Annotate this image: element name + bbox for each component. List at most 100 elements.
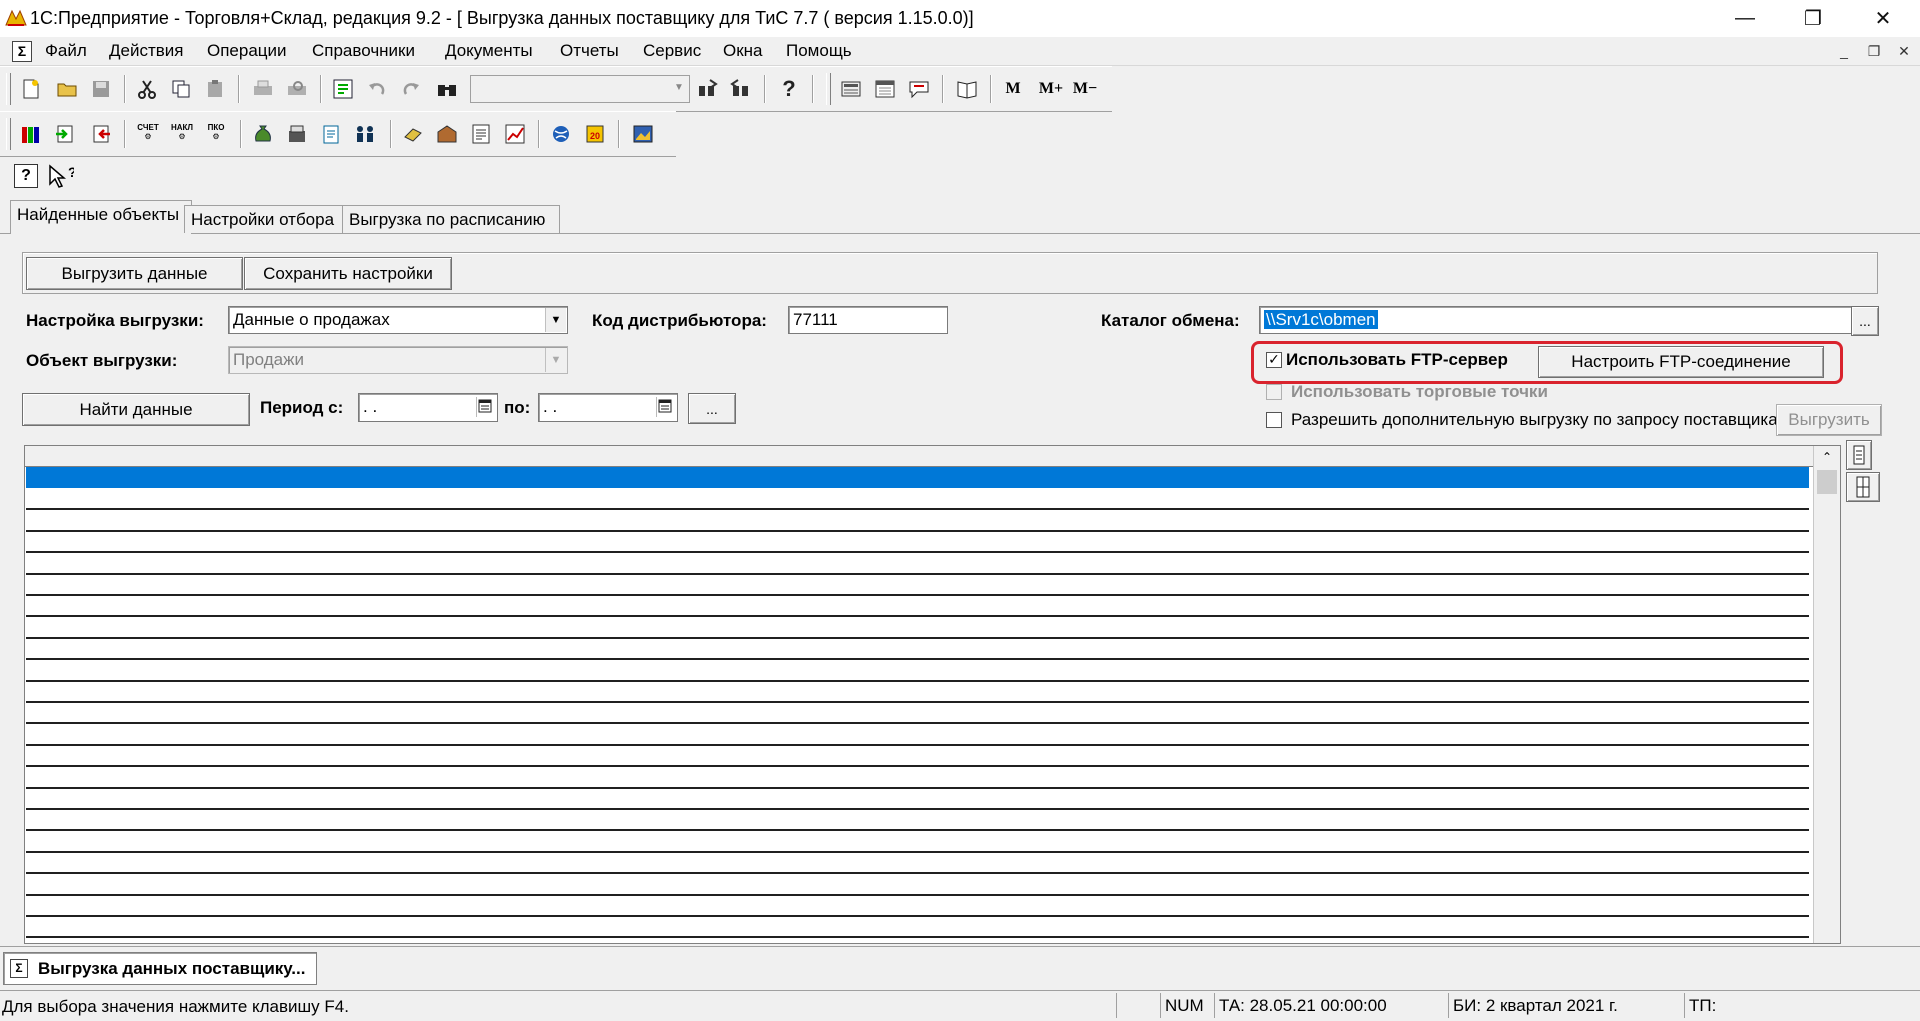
table-row[interactable]	[26, 553, 1809, 575]
invoice-icon[interactable]: СЧЕТ ⚙	[134, 119, 162, 145]
minimize-button[interactable]: —	[1714, 0, 1776, 37]
period-from-input[interactable]: . .	[358, 393, 498, 422]
help-icon[interactable]: ?	[14, 164, 38, 188]
mdi-close-button[interactable]: ✕	[1895, 42, 1913, 60]
properties-icon[interactable]	[330, 76, 356, 102]
table-row-selected[interactable]	[26, 467, 1809, 488]
report-icon[interactable]	[468, 121, 494, 147]
find-prev-icon[interactable]	[728, 76, 754, 102]
system-menu-icon[interactable]: Σ	[12, 41, 32, 62]
grid-layout-icon[interactable]	[1846, 472, 1880, 502]
calendar-day-icon[interactable]: 20	[582, 121, 608, 147]
table-row[interactable]	[26, 767, 1809, 789]
table-row[interactable]	[26, 574, 1809, 596]
waybill-icon[interactable]: НАКЛ ⚙	[168, 119, 196, 145]
outcome-icon[interactable]	[88, 121, 114, 147]
toolbar-grip[interactable]	[6, 118, 11, 150]
chart-report-icon[interactable]	[502, 121, 528, 147]
find-next-icon[interactable]	[694, 76, 720, 102]
allow-extra-export-checkbox[interactable]	[1266, 412, 1282, 428]
table-row[interactable]	[26, 895, 1809, 917]
menu-reports[interactable]: Отчеты	[560, 41, 619, 61]
allow-extra-export-label[interactable]: Разрешить дополнительную выгрузку по зап…	[1291, 410, 1778, 430]
tab-found-objects[interactable]: Найденные объекты	[10, 200, 192, 234]
print-icon[interactable]	[250, 76, 276, 102]
globe-icon[interactable]	[548, 121, 574, 147]
table-row[interactable]	[26, 510, 1809, 532]
table-row[interactable]	[26, 638, 1809, 661]
calendar-picker-icon[interactable]	[656, 397, 675, 417]
table-row[interactable]	[26, 681, 1809, 703]
undo-icon[interactable]	[364, 76, 390, 102]
goods-icon[interactable]	[400, 121, 426, 147]
income-icon[interactable]	[52, 121, 78, 147]
taskbar-window-item[interactable]: Σ Выгрузка данных поставщику...	[3, 952, 317, 985]
period-select-button[interactable]: ...	[688, 393, 736, 424]
use-ftp-checkbox[interactable]: ✓	[1266, 352, 1282, 368]
browse-button[interactable]: ...	[1851, 306, 1879, 336]
open-folder-icon[interactable]	[54, 76, 80, 102]
image-icon[interactable]	[630, 121, 656, 147]
table-row[interactable]	[26, 617, 1809, 639]
table-row[interactable]	[26, 702, 1809, 725]
scroll-up-icon[interactable]: ⌃	[1819, 450, 1835, 466]
table-row[interactable]	[26, 874, 1809, 896]
table-row[interactable]	[26, 809, 1809, 832]
table-row[interactable]	[26, 852, 1809, 875]
toolbar-grip[interactable]	[826, 73, 831, 105]
exchange-dir-input[interactable]: \\Srv1c\obmen	[1259, 306, 1861, 334]
cash-register-icon[interactable]	[284, 121, 310, 147]
binoculars-icon[interactable]	[434, 76, 460, 102]
chat-icon[interactable]	[906, 76, 932, 102]
calendar-picker-icon[interactable]	[476, 397, 495, 417]
menu-directories[interactable]: Справочники	[312, 41, 415, 61]
ftp-settings-button[interactable]: Настроить FTP-соединение	[1538, 346, 1824, 378]
money-bag-icon[interactable]	[250, 121, 276, 147]
cut-icon[interactable]	[134, 76, 160, 102]
table-row[interactable]	[26, 660, 1809, 682]
copy-icon[interactable]	[168, 76, 194, 102]
scrollbar-thumb[interactable]	[1817, 470, 1837, 494]
clipboard-icon[interactable]	[318, 121, 344, 147]
context-help-icon[interactable]: ?	[46, 164, 77, 190]
table-row[interactable]	[26, 788, 1809, 810]
table-row[interactable]	[26, 488, 1809, 511]
table-row[interactable]	[26, 938, 1809, 943]
distributor-code-input[interactable]: 77111	[788, 306, 948, 334]
save-icon[interactable]	[88, 76, 114, 102]
search-combo[interactable]: ▼	[470, 75, 690, 103]
menu-actions[interactable]: Действия	[109, 41, 183, 61]
tab-filter-settings[interactable]: Настройки отбора	[184, 205, 346, 233]
menu-help[interactable]: Помощь	[786, 41, 852, 61]
find-data-button[interactable]: Найти данные	[22, 393, 250, 426]
new-document-icon[interactable]	[18, 76, 44, 102]
redo-icon[interactable]	[398, 76, 424, 102]
table-row[interactable]	[26, 531, 1809, 554]
chevron-down-icon[interactable]: ▼	[545, 308, 566, 332]
table-row[interactable]	[26, 595, 1809, 618]
export-data-button[interactable]: Выгрузить данные	[26, 257, 243, 290]
use-ftp-label[interactable]: Использовать FTP-сервер	[1286, 350, 1508, 370]
period-to-input[interactable]: . .	[538, 393, 678, 422]
help-question-icon[interactable]: ?	[776, 76, 802, 102]
book-icon[interactable]	[954, 76, 980, 102]
memory-minus-button[interactable]: M−	[1068, 76, 1102, 102]
tab-scheduled-export[interactable]: Выгрузка по расписанию	[342, 205, 560, 233]
paste-icon[interactable]	[202, 76, 228, 102]
table-row[interactable]	[26, 724, 1809, 746]
grid-settings-icon[interactable]	[1846, 440, 1872, 470]
vertical-scrollbar[interactable]: ⌃	[1813, 446, 1840, 943]
calendar-icon[interactable]	[872, 76, 898, 102]
chevron-down-icon[interactable]: ▼	[671, 79, 687, 97]
toolbar-grip[interactable]	[6, 73, 11, 105]
table-row[interactable]	[26, 831, 1809, 853]
menu-windows[interactable]: Окна	[723, 41, 763, 61]
warehouse-icon[interactable]	[434, 121, 460, 147]
people-icon[interactable]	[352, 121, 378, 147]
mdi-restore-button[interactable]: ❐	[1865, 42, 1883, 60]
books-icon[interactable]	[18, 121, 44, 147]
menu-service[interactable]: Сервис	[643, 41, 701, 61]
menu-file[interactable]: Файл	[45, 41, 87, 61]
mdi-minimize-button[interactable]: _	[1835, 42, 1853, 60]
save-settings-button[interactable]: Сохранить настройки	[244, 257, 452, 290]
